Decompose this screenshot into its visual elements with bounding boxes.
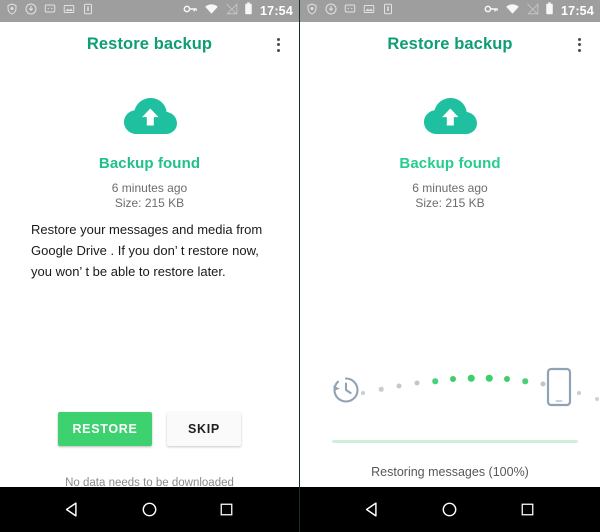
backup-size: Size: 215 KB — [114, 196, 185, 210]
status-bar-system-icons: 17:54 — [183, 2, 293, 20]
transfer-dot — [540, 381, 546, 387]
restore-progress-fill — [332, 440, 578, 443]
backup-size: Size: 215 KB — [415, 196, 485, 210]
recents-button[interactable] — [506, 489, 548, 531]
sim-icon — [382, 2, 394, 20]
main-content-right: Backup found 6 minutes ago Size: 215 KB — [300, 67, 600, 487]
overflow-dot — [578, 48, 581, 52]
backup-found-label: Backup found — [399, 155, 501, 172]
smartphone-icon — [546, 367, 572, 412]
navigation-bar — [0, 487, 299, 532]
transfer-dot — [504, 376, 510, 382]
overflow-dot — [578, 43, 581, 46]
status-bar: 17:54 — [0, 0, 299, 22]
image-icon — [63, 2, 75, 20]
transfer-dot — [432, 378, 438, 384]
vpn-key-icon — [484, 2, 499, 20]
status-bar-notification-icons — [306, 2, 394, 20]
dual-screenshot-comparison: 17:54 Restore backup Backup found 6 minu… — [0, 0, 600, 532]
battery-icon — [244, 2, 253, 20]
restore-progress-bar — [332, 440, 578, 443]
skip-button[interactable]: SKIP — [167, 412, 241, 446]
transfer-dot — [396, 383, 402, 389]
transfer-dot — [450, 376, 456, 382]
backup-status-block: Backup found 6 minutes ago Size: 215 KB — [300, 155, 600, 211]
vpn-key-icon — [183, 2, 198, 20]
transfer-dot — [378, 386, 384, 392]
transfer-dot — [522, 378, 528, 384]
message-icon — [44, 2, 56, 20]
wifi-icon — [204, 2, 219, 20]
status-bar-system-icons: 17:54 — [484, 2, 594, 20]
action-buttons: RESTORE SKIP — [0, 412, 299, 446]
download-footnote: No data needs to be downloaded — [65, 477, 234, 487]
backup-status-block: Backup found 6 minutes ago Size: 215 KB — [0, 155, 299, 211]
overflow-dot — [277, 48, 280, 52]
restore-transfer-animation — [300, 362, 600, 420]
status-bar-clock: 17:54 — [260, 3, 293, 18]
message-icon — [344, 2, 356, 20]
backup-found-label: Backup found — [98, 155, 201, 172]
status-bar-notification-icons — [6, 2, 94, 20]
restore-button[interactable]: RESTORE — [58, 412, 152, 446]
transfer-dot — [467, 374, 475, 382]
image-icon — [363, 2, 375, 20]
home-button[interactable] — [129, 489, 171, 531]
home-button[interactable] — [429, 489, 471, 531]
download-icon — [25, 2, 37, 20]
navigation-bar — [300, 487, 600, 532]
overflow-dot — [277, 43, 280, 46]
overflow-dot — [578, 37, 581, 41]
transfer-dot — [595, 397, 599, 401]
recents-button[interactable] — [206, 489, 248, 531]
backup-meta: 6 minutes ago Size: 215 KB — [300, 181, 600, 211]
transfer-dot — [361, 391, 365, 395]
transfer-dot — [577, 391, 581, 395]
overflow-menu-icon[interactable] — [272, 34, 285, 56]
cloud-upload-icon — [300, 94, 600, 136]
phone-screen-right: 17:54 Restore backup Backup found 6 minu… — [300, 0, 600, 532]
signal-off-icon — [225, 2, 238, 20]
main-content-left: Backup found 6 minutes ago Size: 215 KB … — [0, 67, 299, 487]
back-button[interactable] — [52, 489, 94, 531]
overflow-dot — [277, 37, 280, 41]
restore-progress-label: Restoring messages (100%) — [371, 465, 529, 479]
sim-icon — [82, 2, 94, 20]
page-title: Restore backup — [86, 35, 213, 53]
backup-meta: 6 minutes ago Size: 215 KB — [0, 181, 299, 211]
restore-description: Restore your messages and media from Goo… — [31, 222, 263, 279]
page-title: Restore backup — [387, 35, 513, 53]
shield-icon — [306, 2, 318, 20]
transfer-dot — [414, 380, 420, 386]
transfer-dot — [485, 374, 493, 382]
shield-icon — [6, 2, 18, 20]
phone-screen-left: 17:54 Restore backup Backup found 6 minu… — [0, 0, 300, 532]
signal-off-icon — [526, 2, 539, 20]
status-bar: 17:54 — [300, 0, 600, 22]
overflow-menu-icon[interactable] — [573, 34, 586, 56]
cloud-upload-icon — [0, 94, 299, 136]
status-bar-clock: 17:54 — [561, 3, 594, 18]
app-bar: Restore backup — [0, 22, 299, 67]
backup-time-ago: 6 minutes ago — [111, 181, 188, 195]
back-button[interactable] — [352, 489, 394, 531]
download-icon — [325, 2, 337, 20]
battery-icon — [545, 2, 554, 20]
app-bar: Restore backup — [300, 22, 600, 67]
backup-time-ago: 6 minutes ago — [412, 181, 488, 195]
wifi-icon — [505, 2, 520, 20]
